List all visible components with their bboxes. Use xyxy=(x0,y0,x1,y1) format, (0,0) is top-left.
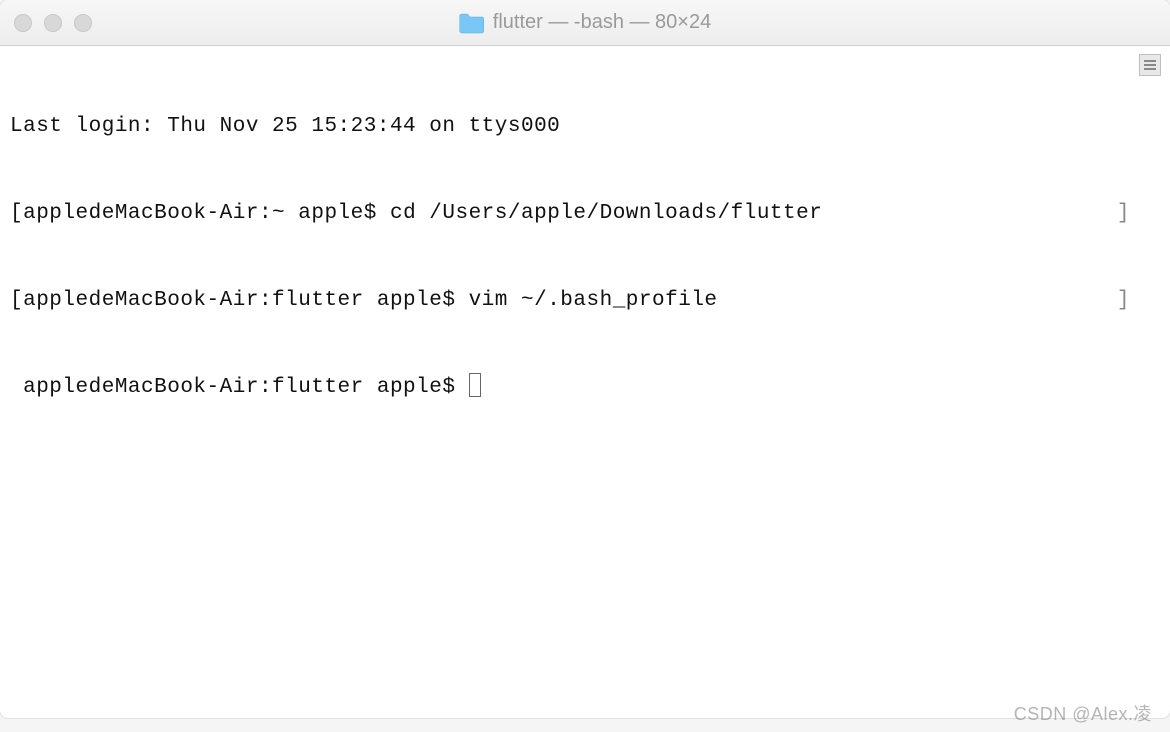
window-title-group: flutter — -bash — 80×24 xyxy=(459,11,711,34)
window-title: flutter — -bash — 80×24 xyxy=(493,11,711,34)
terminal-window: flutter — -bash — 80×24 Last login: Thu … xyxy=(0,0,1170,718)
hamburger-lines-icon xyxy=(1144,64,1156,66)
maximize-button[interactable] xyxy=(74,14,92,32)
cursor xyxy=(469,373,481,397)
terminal-line-1: [appledeMacBook-Air:~ apple$ cd /Users/a… xyxy=(10,199,1160,228)
titlebar[interactable]: flutter — -bash — 80×24 xyxy=(0,0,1170,46)
scroll-indicator-icon[interactable] xyxy=(1139,54,1161,76)
line-1-end: ] xyxy=(1117,199,1160,228)
minimize-button[interactable] xyxy=(44,14,62,32)
close-button[interactable] xyxy=(14,14,32,32)
terminal-line-2: [appledeMacBook-Air:flutter apple$ vim ~… xyxy=(10,286,1160,315)
prompt-1: [appledeMacBook-Air:~ apple$ xyxy=(10,202,390,225)
last-login-text: Last login: Thu Nov 25 15:23:44 on ttys0… xyxy=(10,112,560,141)
command-2: vim ~/.bash_profile xyxy=(469,289,718,312)
prompt-3: appledeMacBook-Air:flutter apple$ xyxy=(10,376,469,399)
terminal-body[interactable]: Last login: Thu Nov 25 15:23:44 on ttys0… xyxy=(0,46,1170,718)
line-1-content: [appledeMacBook-Air:~ apple$ cd /Users/a… xyxy=(10,199,822,228)
line-3-content: appledeMacBook-Air:flutter apple$ xyxy=(10,373,481,402)
traffic-lights xyxy=(14,14,92,32)
folder-icon xyxy=(459,12,485,34)
terminal-line-3: appledeMacBook-Air:flutter apple$ xyxy=(10,373,1160,402)
terminal-line-login: Last login: Thu Nov 25 15:23:44 on ttys0… xyxy=(10,112,1160,141)
watermark: CSDN @Alex.凌 xyxy=(1014,700,1152,726)
prompt-2: [appledeMacBook-Air:flutter apple$ xyxy=(10,289,469,312)
line-2-end: ] xyxy=(1117,286,1160,315)
line-2-content: [appledeMacBook-Air:flutter apple$ vim ~… xyxy=(10,286,718,315)
command-1: cd /Users/apple/Downloads/flutter xyxy=(390,202,822,225)
